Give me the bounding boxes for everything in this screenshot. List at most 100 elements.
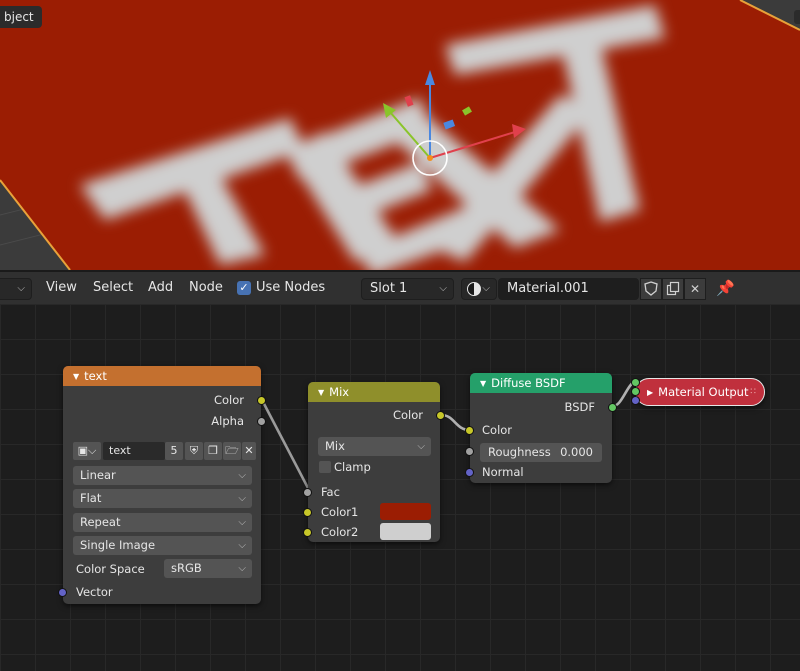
- blend-type-dropdown[interactable]: Mix ⌵: [318, 437, 431, 456]
- viewport-corner-widget[interactable]: [794, 10, 800, 24]
- input-color1-socket[interactable]: [303, 508, 312, 517]
- input-volume-socket[interactable]: [631, 387, 640, 396]
- slot-label: Slot 1: [370, 281, 408, 296]
- diffuse-bsdf-node-header[interactable]: ▼ Diffuse BSDF: [470, 373, 612, 393]
- chevron-down-icon: ⌵: [238, 540, 246, 551]
- source-value: Single Image: [80, 538, 156, 552]
- output-bsdf-label: BSDF: [564, 400, 595, 414]
- image-texture-node[interactable]: ▼ text Color Alpha ▣⌵ text 5 ⛨ ❐ 🗁 ✕ Line…: [58, 366, 266, 604]
- output-alpha-socket[interactable]: [257, 417, 266, 426]
- object-mode-label[interactable]: bject: [0, 6, 42, 28]
- material-output-node[interactable]: ▶ Material Output ∷: [631, 378, 765, 406]
- projection-dropdown[interactable]: Flat ⌵: [73, 489, 252, 508]
- node-title: Mix: [329, 385, 350, 399]
- input-color1-label: Color1: [321, 505, 359, 519]
- node-title: text: [84, 369, 107, 383]
- input-roughness-socket[interactable]: [465, 447, 474, 456]
- color-space-value: sRGB: [171, 561, 202, 575]
- extension-value: Repeat: [80, 515, 121, 529]
- input-color2-socket[interactable]: [303, 528, 312, 537]
- use-nodes-checkbox[interactable]: ✓: [237, 281, 251, 295]
- material-sphere-icon: [467, 282, 481, 296]
- interpolation-value: Linear: [80, 468, 116, 482]
- collapse-triangle-icon[interactable]: ▼: [480, 379, 486, 388]
- material-name-field[interactable]: Material.001: [498, 278, 639, 300]
- clamp-checkbox[interactable]: [319, 461, 331, 473]
- menu-add[interactable]: Add: [148, 272, 173, 304]
- unlink-close-icon[interactable]: ✕: [684, 278, 706, 300]
- image-name-field[interactable]: text: [103, 442, 165, 460]
- image-texture-node-header[interactable]: ▼ text: [63, 366, 261, 386]
- pin-icon[interactable]: 📌: [716, 272, 735, 304]
- input-normal-label: Normal: [482, 465, 524, 479]
- editor-type-dropdown[interactable]: ⌵: [0, 278, 32, 300]
- node-title: Diffuse BSDF: [491, 376, 566, 390]
- menu-node[interactable]: Node: [189, 272, 223, 304]
- output-color-label: Color: [392, 408, 423, 422]
- open-image-icon[interactable]: 🗁: [223, 442, 241, 460]
- node-editor-header: ⌵ View Select Add Node ✓ Use Nodes Slot …: [0, 270, 800, 304]
- material-browse-button[interactable]: ⌵: [461, 278, 497, 300]
- blend-type-value: Mix: [325, 439, 345, 453]
- input-vector-socket[interactable]: [58, 588, 67, 597]
- chevron-down-icon: ⌵: [439, 283, 447, 294]
- chevron-down-icon: ⌵: [238, 517, 246, 528]
- input-fac-socket[interactable]: [303, 488, 312, 497]
- extension-dropdown[interactable]: Repeat ⌵: [73, 513, 252, 532]
- input-surface-socket[interactable]: [631, 378, 640, 387]
- image-user-count[interactable]: 5: [165, 442, 183, 460]
- output-bsdf-socket[interactable]: [608, 403, 617, 412]
- node-editor-canvas[interactable]: ▼ text Color Alpha ▣⌵ text 5 ⛨ ❐ 🗁 ✕ Line…: [0, 304, 800, 671]
- node-title: Material Output: [658, 385, 749, 399]
- input-displacement-socket[interactable]: [631, 396, 640, 405]
- mix-node[interactable]: ▼ Mix Color Mix ⌵ Clamp Fac Color1 Color2: [303, 382, 445, 542]
- expand-triangle-icon[interactable]: ▶: [647, 388, 653, 397]
- duplicate-material-icon[interactable]: [662, 278, 684, 300]
- projection-value: Flat: [80, 491, 102, 505]
- color2-swatch[interactable]: [380, 523, 431, 540]
- input-color-label: Color: [482, 423, 513, 437]
- slot-dropdown[interactable]: Slot 1 ⌵: [361, 278, 454, 300]
- roughness-label: Roughness: [488, 445, 551, 459]
- clamp-label: Clamp: [334, 460, 371, 474]
- mix-node-header[interactable]: ▼ Mix: [308, 382, 440, 402]
- color1-swatch[interactable]: [380, 503, 431, 520]
- unlink-image-icon[interactable]: ✕: [242, 442, 256, 460]
- source-dropdown[interactable]: Single Image ⌵: [73, 536, 252, 555]
- drag-handle-icon[interactable]: ∷: [750, 379, 756, 405]
- chevron-down-icon: ⌵: [17, 283, 25, 294]
- color-space-dropdown[interactable]: sRGB ⌵: [164, 559, 252, 578]
- output-alpha-label: Alpha: [211, 414, 244, 428]
- collapse-triangle-icon[interactable]: ▼: [73, 372, 79, 381]
- chevron-down-icon: ⌵: [417, 441, 425, 452]
- roughness-field[interactable]: Roughness 0.000: [480, 443, 602, 462]
- interpolation-dropdown[interactable]: Linear ⌵: [73, 466, 252, 485]
- duplicate-image-icon[interactable]: ❐: [204, 442, 222, 460]
- fake-user-shield-icon[interactable]: [640, 278, 662, 300]
- link-texture-color-to-fac: [260, 399, 310, 489]
- use-nodes-label: Use Nodes: [256, 280, 326, 295]
- output-color-label: Color: [213, 393, 244, 407]
- output-color-socket[interactable]: [436, 411, 445, 420]
- input-color-socket[interactable]: [465, 426, 474, 435]
- collapse-triangle-icon[interactable]: ▼: [318, 388, 324, 397]
- input-fac-label: Fac: [321, 485, 340, 499]
- diffuse-bsdf-node[interactable]: ▼ Diffuse BSDF BSDF Color Roughness 0.000…: [465, 373, 617, 483]
- input-normal-socket[interactable]: [465, 468, 474, 477]
- viewport-scene: [0, 0, 800, 270]
- image-browse-icon[interactable]: ▣⌵: [73, 442, 101, 460]
- input-vector-label: Vector: [76, 585, 113, 599]
- 3d-viewport[interactable]: bject: [0, 0, 800, 270]
- chevron-down-icon: ⌵: [238, 563, 246, 574]
- chevron-down-icon: ⌵: [238, 470, 246, 481]
- menu-select[interactable]: Select: [93, 272, 133, 304]
- material-output-node-header[interactable]: ▶ Material Output ∷: [635, 378, 765, 406]
- fake-user-shield-icon[interactable]: ⛨: [185, 442, 203, 460]
- chevron-down-icon: ⌵: [238, 493, 246, 504]
- color-space-label: Color Space: [76, 562, 145, 576]
- output-color-socket[interactable]: [257, 396, 266, 405]
- roughness-value: 0.000: [560, 445, 593, 459]
- input-color2-label: Color2: [321, 525, 359, 539]
- menu-view[interactable]: View: [46, 272, 77, 304]
- image-datablock-row: ▣⌵ text 5 ⛨ ❐ 🗁 ✕: [73, 442, 256, 460]
